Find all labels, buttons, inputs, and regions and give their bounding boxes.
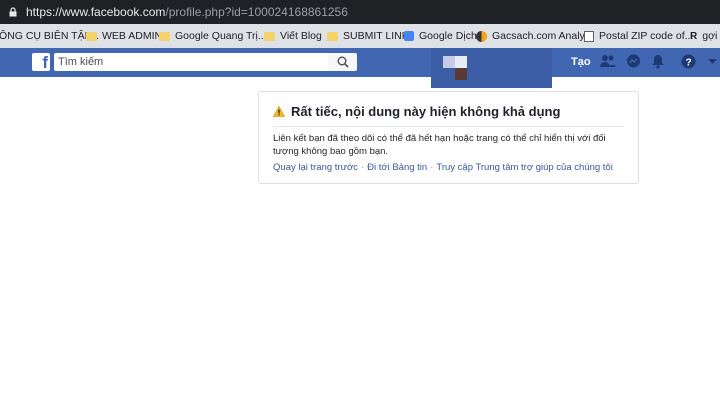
- bookmark-label: Postal ZIP code of...: [599, 30, 694, 42]
- create-link[interactable]: Tạo: [571, 56, 591, 68]
- bookmark-item[interactable]: Gacsach.com Analy...: [476, 24, 593, 48]
- translate-icon: [404, 31, 414, 41]
- bookmark-item[interactable]: Postal ZIP code of...: [584, 24, 693, 48]
- go-to-news-feed-link[interactable]: Đi tới Bảng tin: [367, 162, 427, 173]
- url-text[interactable]: https://www.facebook.com/profile.php?id=…: [26, 5, 348, 19]
- bookmark-label: Google Quang Trị...: [175, 30, 267, 42]
- notice-links: Quay lại trang trước · Đi tới Bảng tin · Tru…: [273, 162, 613, 173]
- warning-icon: [273, 106, 285, 117]
- bookmark-label: ÔNG CỤ BIÊN TẬP...: [0, 30, 99, 42]
- analytics-icon: [476, 30, 487, 42]
- page-icon: [584, 30, 594, 42]
- search-placeholder: Tìm kiếm: [58, 56, 104, 68]
- bookmark-item[interactable]: R gợi ý: [690, 24, 720, 48]
- notice-message: Liên kết bạn đã theo dõi có thể đã hết h…: [273, 133, 606, 157]
- bookmark-item[interactable]: WEB ADMIN: [86, 24, 162, 48]
- link-separator: ·: [430, 162, 434, 173]
- go-back-link[interactable]: Quay lại trang trước: [273, 162, 358, 173]
- notice-title: Rất tiếc, nội dung này hiện không khả dụ…: [273, 104, 560, 119]
- r-icon: R: [690, 30, 698, 42]
- search-input[interactable]: Tìm kiếm: [54, 53, 328, 71]
- folder-icon: [86, 31, 97, 41]
- bookmark-item[interactable]: Google Quang Trị...: [159, 24, 267, 48]
- messenger-icon[interactable]: [626, 54, 641, 69]
- url-host: https://www.facebook.com: [26, 5, 166, 19]
- avatar-part: [455, 68, 467, 80]
- profile-shortcut[interactable]: [431, 48, 552, 88]
- browser-address-bar[interactable]: https://www.facebook.com/profile.php?id=…: [0, 0, 720, 24]
- chevron-down-icon[interactable]: [708, 59, 717, 65]
- bookmark-item[interactable]: Viết Blog: [264, 24, 322, 48]
- bookmark-label: gợi ý: [702, 30, 720, 42]
- lock-icon: [9, 7, 17, 17]
- folder-icon: [264, 31, 275, 41]
- content-unavailable-card: Rất tiếc, nội dung này hiện không khả dụ…: [258, 91, 639, 184]
- avatar-part: [455, 56, 467, 68]
- help-center-link[interactable]: Truy cập Trung tâm trợ giúp của chúng tô…: [436, 162, 612, 173]
- link-separator: ·: [360, 162, 365, 173]
- bookmark-item[interactable]: ÔNG CỤ BIÊN TẬP...: [0, 24, 99, 48]
- bookmark-label: Google Dịch: [419, 30, 477, 42]
- notice-title-text: Rất tiếc, nội dung này hiện không khả dụ…: [291, 104, 561, 119]
- search-icon: [337, 56, 349, 68]
- bookmark-item[interactable]: Google Dịch: [404, 24, 477, 48]
- folder-icon: [159, 31, 170, 41]
- facebook-logo-icon[interactable]: f: [32, 53, 50, 72]
- avatar: [443, 56, 455, 68]
- bookmark-label: Gacsach.com Analy...: [492, 30, 593, 42]
- svg-text:?: ?: [685, 57, 691, 68]
- bookmark-label: Viết Blog: [280, 30, 322, 42]
- url-path: /profile.php?id=100024168861256: [165, 5, 348, 19]
- bookmarks-bar: ÔNG CỤ BIÊN TẬP... WEB ADMIN Google Quan…: [0, 24, 720, 48]
- help-icon[interactable]: ?: [681, 54, 696, 69]
- divider: [273, 126, 624, 127]
- friend-requests-icon[interactable]: [600, 54, 616, 68]
- bookmark-item[interactable]: SUBMIT LINK: [327, 24, 409, 48]
- notifications-bell-icon[interactable]: [651, 54, 665, 69]
- folder-icon: [327, 31, 338, 41]
- bookmark-label: WEB ADMIN: [102, 30, 163, 42]
- facebook-logo-letter: f: [42, 53, 48, 72]
- bookmark-label: SUBMIT LINK: [343, 30, 409, 42]
- search-button[interactable]: [328, 53, 357, 71]
